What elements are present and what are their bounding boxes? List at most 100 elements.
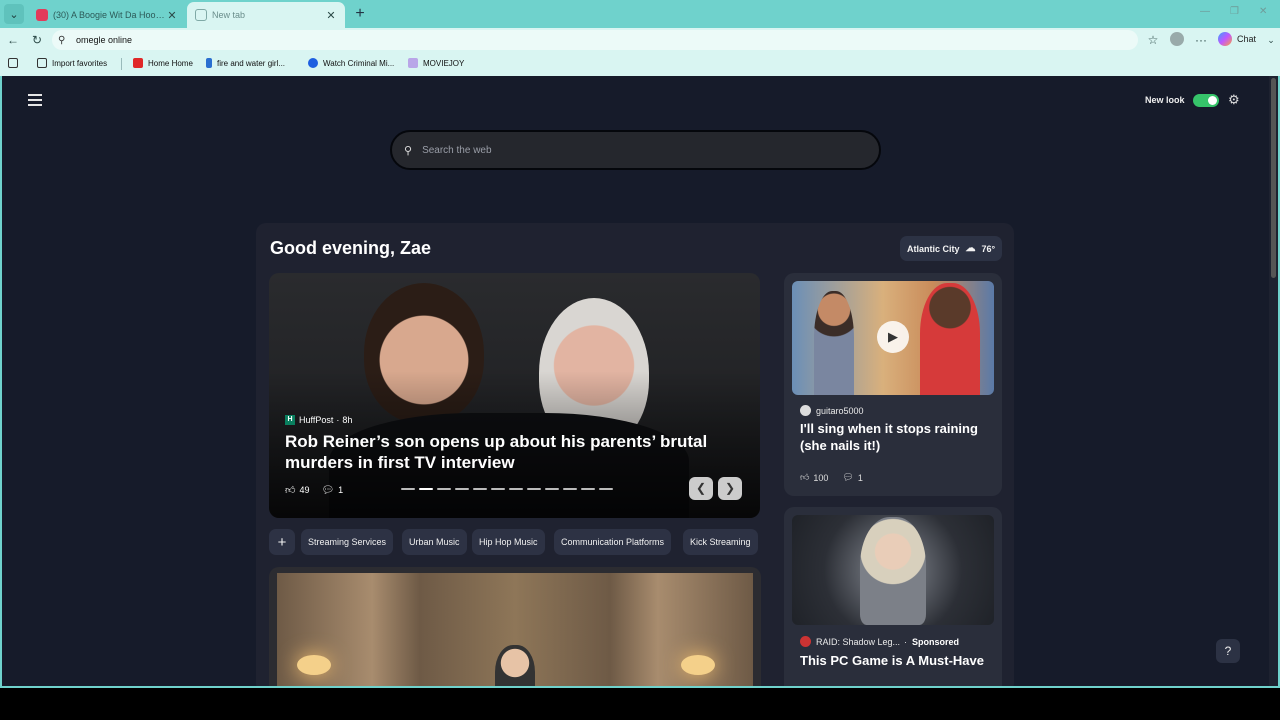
source-name: HuffPost: [299, 415, 334, 425]
favorites-bar-toggle[interactable]: [8, 58, 23, 68]
favorite-label: Home Home: [148, 58, 193, 68]
new-look-toggle[interactable]: [1193, 94, 1219, 107]
topic-chip[interactable]: Hip Hop Music: [472, 529, 545, 555]
like-icon[interactable]: 👍︎: [800, 472, 809, 483]
topic-chip[interactable]: Urban Music: [402, 529, 467, 555]
favorite-fire-water[interactable]: fire and water girl...: [206, 58, 285, 68]
comment-icon[interactable]: 💬︎: [321, 485, 334, 496]
carousel-dot[interactable]: [419, 488, 433, 490]
close-tab-icon[interactable]: ✕: [166, 9, 178, 22]
chat-label: Chat: [1237, 34, 1257, 44]
avatar: [800, 405, 811, 416]
favorite-label: Watch Criminal Mi...: [323, 58, 395, 68]
weather-widget[interactable]: Atlantic City ☁ 76°: [900, 236, 1003, 261]
more-options-icon[interactable]: ···: [1193, 32, 1209, 48]
favorite-moviejoy[interactable]: MOVIEJOY: [408, 58, 464, 68]
back-icon[interactable]: ←: [5, 32, 21, 48]
close-window-icon[interactable]: ✕: [1259, 6, 1267, 17]
refresh-icon[interactable]: ↻: [29, 32, 45, 48]
like-count: 100: [813, 472, 829, 483]
bing-icon: [206, 58, 212, 68]
story-photo-person: [495, 645, 535, 686]
comment-icon[interactable]: 💬︎: [842, 472, 853, 483]
tab-new-tab[interactable]: New tab ✕: [187, 2, 345, 28]
carousel-dot[interactable]: [509, 488, 523, 490]
video-card[interactable]: ▶ guitaro5000 I'll sing when it stops ra…: [784, 273, 1002, 496]
youtube-icon: [36, 9, 48, 21]
browser-window: ⌄ (30) A Boogie Wit Da Hoodie - 4 ’ ✕ Ne…: [0, 0, 1280, 688]
favorite-label: MOVIEJOY: [423, 58, 465, 68]
card-title[interactable]: This PC Game is A Must-Have: [800, 652, 990, 669]
next-story-button[interactable]: ❯: [718, 477, 742, 500]
scrollbar-thumb[interactable]: [1271, 78, 1276, 278]
hero-story-card[interactable]: H HuffPost · 8h Rob Reiner’s son opens u…: [269, 273, 760, 518]
import-favorites-link[interactable]: Import favorites: [37, 58, 107, 68]
story-card[interactable]: [269, 567, 761, 686]
video-thumbnail: ▶: [792, 281, 994, 395]
huffpost-icon: H: [285, 415, 295, 425]
favorites-bar: Import favorites Home Home fire and wate…: [0, 52, 1280, 76]
hero-stats: 👍︎ 49 💬︎ 1: [285, 484, 343, 497]
carousel-dot[interactable]: [527, 488, 541, 490]
favorite-criminal-minds[interactable]: Watch Criminal Mi...: [308, 58, 394, 68]
close-tab-icon[interactable]: ✕: [325, 9, 337, 22]
raid-icon: [800, 636, 811, 647]
story-age: 8h: [342, 415, 353, 425]
carousel-dot[interactable]: [455, 488, 469, 490]
carousel-dot[interactable]: [437, 488, 451, 490]
hero-headline[interactable]: Rob Reiner’s son opens up about his pare…: [285, 431, 725, 473]
carousel-dot[interactable]: [545, 488, 559, 490]
greeting: Good evening, Zae: [270, 238, 432, 258]
gear-icon[interactable]: ⚙: [1228, 92, 1240, 108]
copilot-icon: [1218, 32, 1232, 46]
tab-actions-menu-button[interactable]: ⌄: [4, 4, 24, 24]
address-text: omegle online: [76, 35, 133, 45]
profile-avatar[interactable]: [1170, 32, 1184, 46]
youtube-icon: [133, 58, 143, 68]
like-icon[interactable]: 👍︎: [285, 484, 295, 496]
favorites-icon[interactable]: ☆: [1145, 32, 1161, 48]
carousel-dot[interactable]: [491, 488, 505, 490]
like-count: 49: [299, 485, 310, 495]
toolbar: ← ↻ ⚲ omegle online ☆ ··· Chat ⌄: [0, 28, 1280, 52]
address-bar[interactable]: ⚲ omegle online: [52, 30, 1138, 50]
topic-chip[interactable]: Communication Platforms: [554, 529, 672, 555]
carousel-indicator: [401, 488, 617, 490]
sponsored-card[interactable]: RAID: Shadow Leg... · Sponsored This PC …: [784, 507, 1002, 686]
weather-city: Atlantic City: [907, 243, 960, 254]
card-title[interactable]: I'll sing when it stops raining (she nai…: [800, 420, 990, 454]
previous-story-button[interactable]: ❮: [689, 477, 713, 500]
card-author: guitaro5000: [800, 405, 864, 416]
carousel-dot[interactable]: [563, 488, 577, 490]
favorite-home[interactable]: Home Home: [133, 58, 193, 68]
chat-button[interactable]: Chat: [1218, 32, 1256, 46]
topic-chip[interactable]: Kick Streaming: [683, 529, 758, 555]
carousel-dot[interactable]: [599, 488, 613, 490]
add-topic-button[interactable]: +: [269, 529, 295, 555]
help-icon[interactable]: ?: [1216, 639, 1240, 663]
carousel-dot[interactable]: [581, 488, 595, 490]
search-box[interactable]: ⚲ Search the web: [390, 130, 881, 170]
collections-icon: [8, 58, 18, 68]
topic-chip[interactable]: Streaming Services: [301, 529, 394, 555]
page-scrollbar[interactable]: [1269, 76, 1278, 686]
tab-youtube[interactable]: (30) A Boogie Wit Da Hoodie - 4 ’ ✕: [28, 2, 186, 28]
carousel-dot[interactable]: [401, 488, 415, 490]
new-tab-button[interactable]: +: [350, 4, 370, 24]
menu-icon[interactable]: [28, 94, 42, 106]
tab-title: (30) A Boogie Wit Da Hoodie - 4 ’: [53, 10, 166, 20]
chevron-down-icon[interactable]: ⌄: [1263, 32, 1279, 48]
restore-icon[interactable]: ❐: [1230, 6, 1239, 17]
search-icon: ⚲: [404, 144, 413, 157]
hero-source: H HuffPost · 8h: [285, 415, 352, 425]
carousel-dot[interactable]: [473, 488, 487, 490]
lamp: [681, 655, 715, 675]
new-tab-page: New look ⚙ ⚲ Search the web Good evening…: [2, 76, 1269, 686]
play-icon[interactable]: ▶: [877, 321, 909, 353]
site-icon: [408, 58, 418, 68]
import-icon: [37, 58, 47, 68]
comment-count: 1: [857, 472, 863, 483]
weather-icon: ☁: [965, 243, 976, 254]
hero-gradient: [269, 273, 760, 518]
minimize-icon[interactable]: —: [1200, 6, 1210, 17]
